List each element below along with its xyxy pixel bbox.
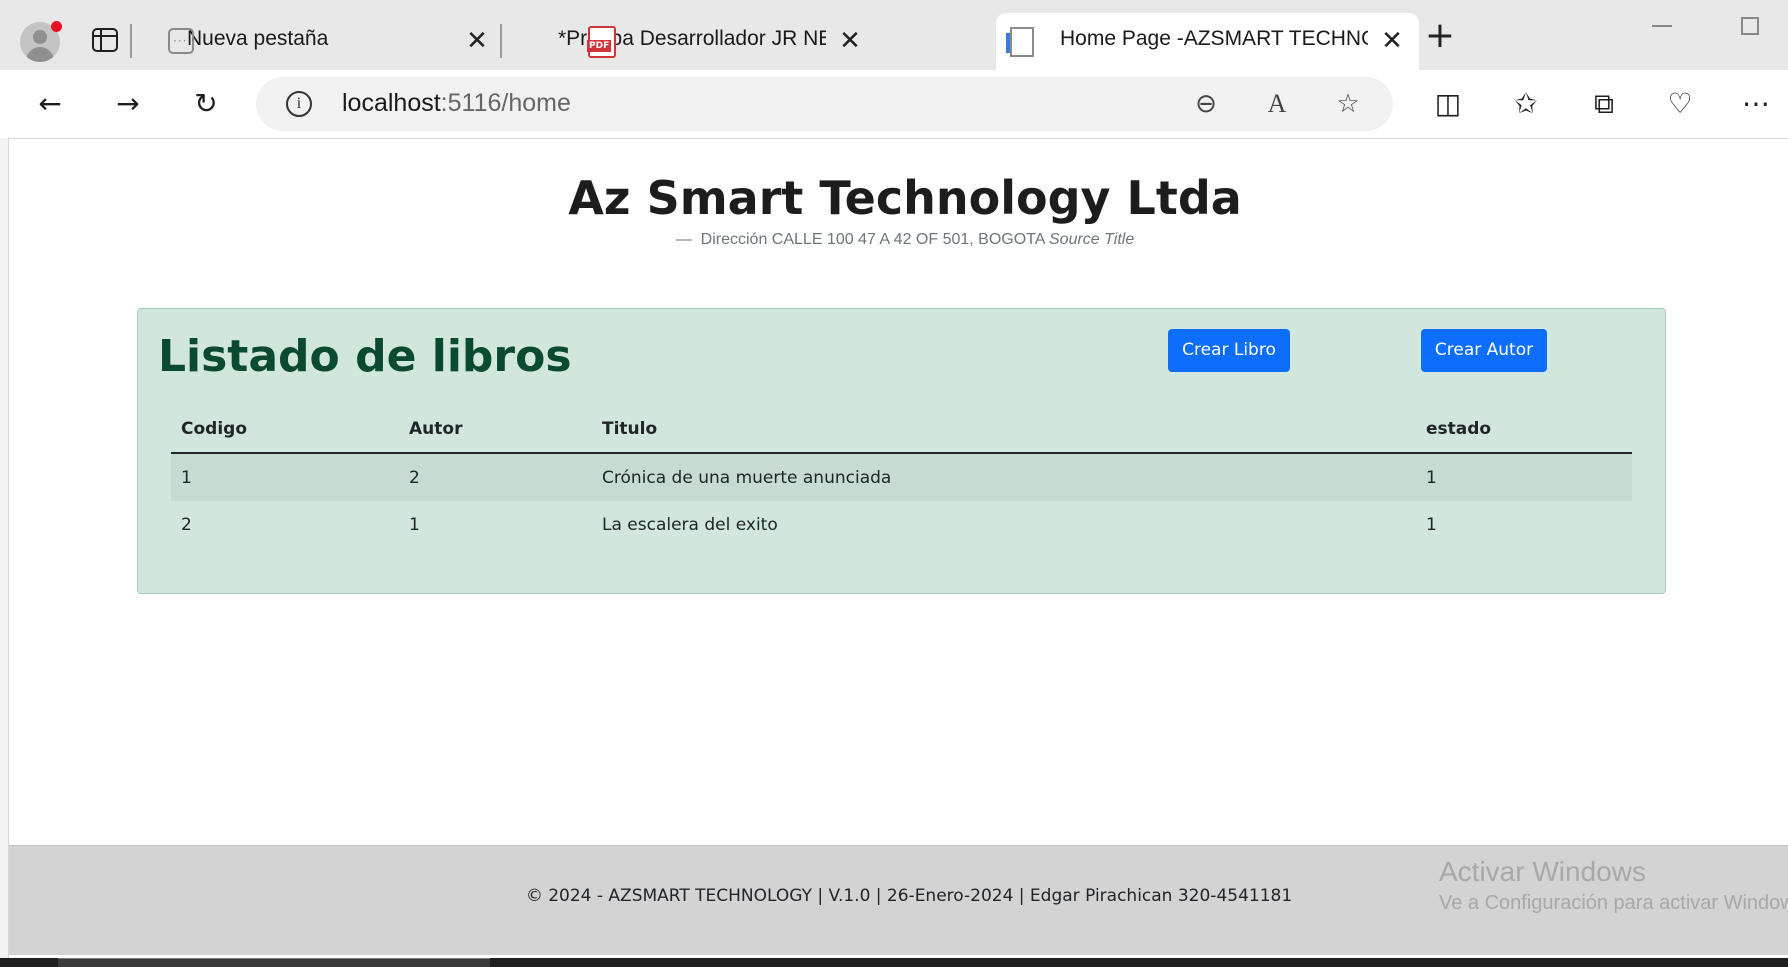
favorites-icon[interactable]: ✩ xyxy=(1506,84,1546,124)
split-screen-icon[interactable]: ◫ xyxy=(1428,84,1468,124)
url-path: :5116/home xyxy=(440,89,571,117)
cell-autor: 1 xyxy=(409,515,420,535)
site-footer: © 2024 - AZSMART TECHNOLOGY | V.1.0 | 26… xyxy=(9,845,1788,955)
tab-close-icon[interactable]: ✕ xyxy=(838,28,862,54)
maximize-icon[interactable] xyxy=(1741,17,1759,35)
taskbar xyxy=(0,958,1788,967)
url-host: localhost xyxy=(342,89,441,117)
panel-title: Listado de libros xyxy=(158,331,572,382)
crear-libro-button[interactable]: Crear Libro xyxy=(1168,329,1290,372)
cell-estado: 1 xyxy=(1426,515,1437,535)
cell-titulo: Crónica de una muerte anunciada xyxy=(592,453,1416,501)
tab-close-icon[interactable]: ✕ xyxy=(465,28,489,54)
subtitle-source: Source Title xyxy=(1049,231,1135,248)
back-icon[interactable]: ← xyxy=(30,84,70,124)
address-bar[interactable]: i localhost:5116/home ⊖ A ☆ xyxy=(256,77,1393,131)
read-aloud-icon[interactable]: A xyxy=(1257,84,1297,124)
header-estado: estado xyxy=(1416,405,1632,454)
activation-watermark-title: Activar Windows xyxy=(1439,856,1646,887)
avatar-body xyxy=(26,47,54,62)
books-panel: Listado de libros Crear Libro Crear Auto… xyxy=(137,308,1666,594)
profile-notification-dot xyxy=(51,21,62,32)
subtitle-address: Dirección CALLE 100 47 A 42 OF 501, BOGO… xyxy=(700,231,1045,248)
tab-title: Nueva pestaña xyxy=(187,27,329,50)
tab-title: Home Page -AZSMART TECHNOLOGY xyxy=(1060,27,1368,50)
page-content: Az Smart Technology Ltda — Dirección CAL… xyxy=(8,138,1788,958)
collections-icon[interactable]: ⧉ xyxy=(1584,84,1624,124)
tab-separator xyxy=(500,24,502,58)
browser-toolbar: ← → ↻ i localhost:5116/home ⊖ A ☆ ◫ ✩ ⧉ … xyxy=(0,70,1788,138)
browser-essentials-icon[interactable]: ♡ xyxy=(1660,84,1700,124)
subtitle-dash: — xyxy=(675,231,692,248)
avatar-head xyxy=(33,30,47,44)
cell-codigo: 1 xyxy=(171,453,399,501)
header-codigo: Codigo xyxy=(171,405,399,454)
site-title: Az Smart Technology Ltda xyxy=(568,171,1242,225)
taskbar-active-item[interactable] xyxy=(58,958,490,967)
table-row: 2 1 La escalera del exito 1 xyxy=(171,501,1632,549)
pdf-icon: PDF xyxy=(587,26,616,58)
browser-window: Nueva pestaña ✕ *Prueba Desarrollador JR… xyxy=(0,0,1788,967)
tab-pdf[interactable]: *Prueba Desarrollador JR NET.pdf ✕ xyxy=(510,13,870,70)
books-table: Codigo Autor Titulo estado 1 2 Crónica d… xyxy=(171,405,1632,549)
site-info-icon[interactable]: i xyxy=(286,91,312,117)
cell-codigo: 2 xyxy=(181,515,192,535)
new-tab-icon xyxy=(168,28,194,54)
tab-actions-icon[interactable] xyxy=(92,28,118,52)
table-header-row: Codigo Autor Titulo estado xyxy=(171,405,1632,454)
cell-estado: 1 xyxy=(1416,453,1632,501)
minimize-icon[interactable] xyxy=(1652,25,1672,27)
tab-close-icon[interactable]: ✕ xyxy=(1380,28,1404,54)
table-row: 1 2 Crónica de una muerte anunciada 1 xyxy=(171,453,1632,501)
url-text[interactable]: localhost:5116/home xyxy=(342,89,571,118)
header-titulo: Titulo xyxy=(592,405,1416,454)
tab-new-tab[interactable]: Nueva pestaña ✕ xyxy=(145,13,495,70)
cell-titulo: La escalera del exito xyxy=(602,515,778,535)
forward-icon[interactable]: → xyxy=(108,84,148,124)
refresh-icon[interactable]: ↻ xyxy=(186,84,226,124)
document-icon xyxy=(1006,27,1034,57)
tab-separator xyxy=(130,24,132,58)
site-subtitle: — Dirección CALLE 100 47 A 42 OF 501, BO… xyxy=(9,231,1788,249)
more-options-icon[interactable]: ⋯ xyxy=(1736,84,1776,124)
favorite-star-icon[interactable]: ☆ xyxy=(1328,84,1368,124)
crear-autor-button[interactable]: Crear Autor xyxy=(1421,329,1547,372)
header-autor: Autor xyxy=(399,405,592,454)
tab-home-page[interactable]: Home Page -AZSMART TECHNOLOGY ✕ xyxy=(996,13,1419,70)
cell-autor: 2 xyxy=(399,453,592,501)
zoom-out-icon[interactable]: ⊖ xyxy=(1186,84,1226,124)
activation-watermark-subtitle: Ve a Configuración para activar Windows. xyxy=(1439,892,1788,914)
tab-strip: Nueva pestaña ✕ *Prueba Desarrollador JR… xyxy=(0,0,1788,70)
new-tab-button[interactable]: + xyxy=(1420,18,1460,58)
